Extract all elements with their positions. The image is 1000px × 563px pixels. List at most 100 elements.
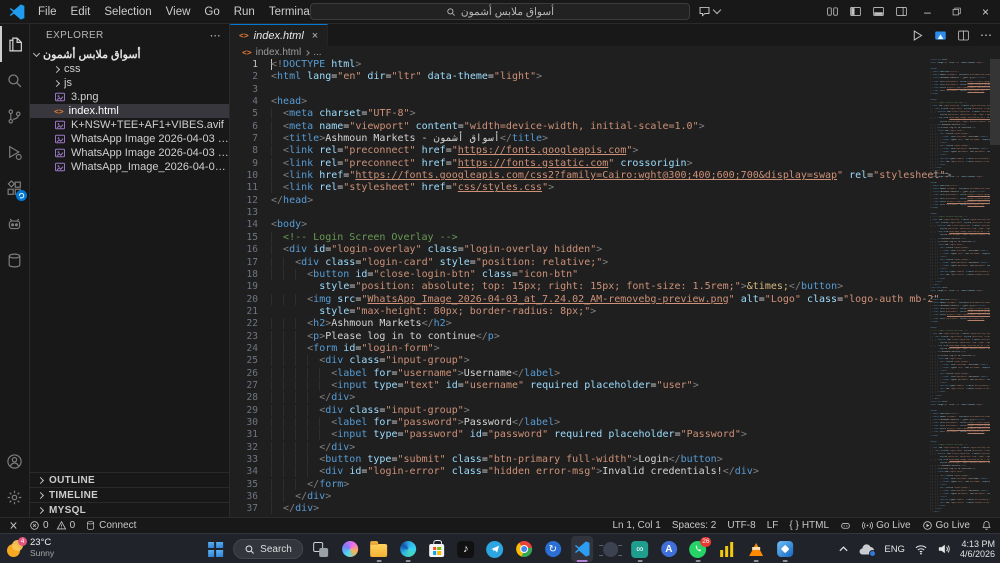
activitybar-accounts[interactable] (0, 443, 30, 479)
activitybar-source-control[interactable] (0, 98, 30, 134)
code-line[interactable]: 9 <link rel="preconnect" href="https://f… (230, 158, 1000, 170)
code-line[interactable]: 11 <link rel="stylesheet" href="css/styl… (230, 182, 1000, 194)
section-mysql[interactable]: MYSQL (30, 502, 229, 517)
toggle-sidebar-icon[interactable] (844, 0, 867, 23)
activitybar-run-debug[interactable] (0, 134, 30, 170)
file-explorer-button[interactable] (368, 536, 390, 562)
command-center-search[interactable]: أسواق ملابس أشمون (310, 3, 690, 20)
code-line[interactable]: 27 <input type="text" id="username" requ… (230, 380, 1000, 392)
menu-edit[interactable]: Edit (64, 6, 98, 18)
code-line[interactable]: 21 style="max-height: 80px; border-radiu… (230, 306, 1000, 318)
five-server-button[interactable]: Go Live (922, 520, 970, 531)
minimize-button[interactable]: – (913, 0, 942, 23)
section-outline[interactable]: OUTLINE (30, 472, 229, 487)
tab-index-html[interactable]: <> index.html × (230, 24, 329, 46)
file-item-whatsapp-image-2026-04-03-at-7[interactable]: WhatsApp Image 2026-04-03 at 7.38.29 AM.… (30, 146, 229, 160)
file-item-3-png[interactable]: 3.png (30, 90, 229, 104)
tiktok-button[interactable]: ♪ (455, 536, 477, 562)
code-line[interactable]: 18 <button id="close-login-btn" class="i… (230, 269, 1000, 281)
activitybar-search[interactable] (0, 62, 30, 98)
code-line[interactable]: 20 <img src="WhatsApp_Image_2026-04-03_a… (230, 294, 1000, 306)
indentation[interactable]: Spaces: 2 (672, 520, 716, 531)
code-line[interactable]: 16 <div id="login-overlay" class="login-… (230, 244, 1000, 256)
code-line[interactable]: 26 <label for="username">Username</label… (230, 368, 1000, 380)
code-line[interactable]: 30 <label for="password">Password</label… (230, 417, 1000, 429)
file-item-whatsapp-image-2026-04-03-at-7[interactable]: WhatsApp_Image_2026-04-03_at_7.24.02_A..… (30, 160, 229, 174)
code-line[interactable]: 29 <div class="input-group"> (230, 405, 1000, 417)
menu-selection[interactable]: Selection (97, 6, 158, 18)
code-line[interactable]: 22 <h2>Ashmoun Markets</h2> (230, 318, 1000, 330)
code-line[interactable]: 2 <html lang="en" dir="ltr" data-theme="l… (230, 71, 1000, 83)
onedrive-icon[interactable] (858, 543, 877, 557)
tray-chevron-up-icon[interactable] (838, 545, 849, 553)
powerbi-button[interactable] (716, 536, 738, 562)
taskbar-search[interactable]: Search (233, 539, 303, 559)
tray-clock[interactable]: 4:13 PM 4/6/2026 (960, 539, 995, 560)
code-line[interactable]: 37 </div> (230, 503, 1000, 515)
code-line[interactable]: 10 <link href="https://fonts.googleapis.… (230, 170, 1000, 182)
code-line[interactable]: 5 <meta charset="UTF-8"> (230, 108, 1000, 120)
workspace-root-folder[interactable]: أسواق ملابس أشمون (30, 46, 229, 62)
code-line[interactable]: 1 <!DOCTYPE html> (230, 59, 1000, 71)
code-line[interactable]: 14 <body> (230, 219, 1000, 231)
code-line[interactable]: 28 </div> (230, 392, 1000, 404)
code-line[interactable]: 12 </head> (230, 195, 1000, 207)
copilot-status[interactable] (840, 520, 851, 531)
file-item-whatsapp-image-2026-04-03-at-7[interactable]: WhatsApp Image 2026-04-03 at 7.24.02 AM.… (30, 132, 229, 146)
chrome-button[interactable] (513, 536, 535, 562)
volume-icon[interactable] (937, 543, 951, 555)
toggle-panel-icon[interactable] (867, 0, 890, 23)
activitybar-extensions[interactable] (0, 170, 30, 206)
language-mode[interactable]: { } HTML (789, 520, 829, 531)
vlc-button[interactable] (745, 536, 767, 562)
code-line[interactable]: 4 <head> (230, 96, 1000, 108)
code-line[interactable]: 19 style="position: absolute; top: 15px;… (230, 281, 1000, 293)
close-tab-icon[interactable]: × (312, 30, 318, 42)
code-line[interactable]: 25 <div class="input-group"> (230, 355, 1000, 367)
eol-sequence[interactable]: LF (767, 520, 779, 531)
code-editor[interactable]: 1 <!DOCTYPE html> 2 <html lang="en" dir="lt… (230, 59, 1000, 517)
code-line[interactable]: 33 <button type="submit" class="btn-prim… (230, 454, 1000, 466)
code-line[interactable]: 23 <p>Please log in to continue</p> (230, 331, 1000, 343)
file-item-k-nsw-tee-af1-vibes-avif[interactable]: K+NSW+TEE+AF1+VIBES.avif (30, 118, 229, 132)
editor-scrollbar[interactable] (990, 59, 1000, 517)
code-line[interactable]: 35 </form> (230, 479, 1000, 491)
problems-indicator[interactable]: 0 0 (29, 520, 75, 531)
code-line[interactable]: 3 (230, 84, 1000, 96)
file-item-index-html[interactable]: <> index.html (30, 104, 229, 118)
breadcrumb-file[interactable]: index.html (256, 47, 302, 58)
capture-app-button[interactable]: ∞ (629, 536, 651, 562)
run-file-icon[interactable] (911, 29, 924, 42)
code-line[interactable]: 17 <div class="login-card" style="positi… (230, 257, 1000, 269)
code-line[interactable]: 8 <link rel="preconnect" href="https://f… (230, 145, 1000, 157)
activitybar-ai-assistant[interactable] (0, 206, 30, 242)
copilot-button[interactable] (339, 536, 361, 562)
wifi-icon[interactable] (914, 544, 928, 555)
minimap[interactable]: <!DOCTYPE html> <html lang="en" dir="ltr"… (930, 59, 990, 517)
photos-button[interactable] (774, 536, 796, 562)
explorer-more-icon[interactable]: ⋯ (210, 29, 221, 42)
breadcrumb-more[interactable]: ... (313, 47, 321, 58)
activitybar-settings[interactable] (0, 479, 30, 515)
menu-run[interactable]: Run (227, 6, 262, 18)
file-item-css[interactable]: css (30, 62, 229, 76)
copilot-menu-button[interactable] (698, 3, 722, 20)
open-in-browser-icon[interactable] (934, 29, 947, 42)
weather-widget[interactable]: 4 23°C Sunny (7, 536, 54, 559)
breadcrumb[interactable]: <> index.html ... (230, 46, 1000, 59)
remote-indicator[interactable] (8, 520, 19, 531)
more-actions-icon[interactable]: ⋯ (980, 28, 992, 42)
customize-layout-icon[interactable] (821, 0, 844, 23)
live-server-button[interactable]: Go Live (862, 520, 911, 531)
code-line[interactable]: 15 <!-- Login Screen Overlay --> (230, 232, 1000, 244)
store-button[interactable] (426, 536, 448, 562)
split-editor-icon[interactable] (957, 29, 970, 42)
restore-button[interactable] (942, 0, 971, 23)
code-line[interactable]: 34 <div id="login-error" class="hidden e… (230, 466, 1000, 478)
section-timeline[interactable]: TIMELINE (30, 487, 229, 502)
code-line[interactable]: 13 (230, 207, 1000, 219)
code-line[interactable]: 36 </div> (230, 491, 1000, 503)
code-line[interactable]: 7 <title>Ashmoun Markets - أسواق أشمون</… (230, 133, 1000, 145)
a-app-button[interactable]: A (658, 536, 680, 562)
scrollbar-thumb[interactable] (990, 59, 1000, 145)
